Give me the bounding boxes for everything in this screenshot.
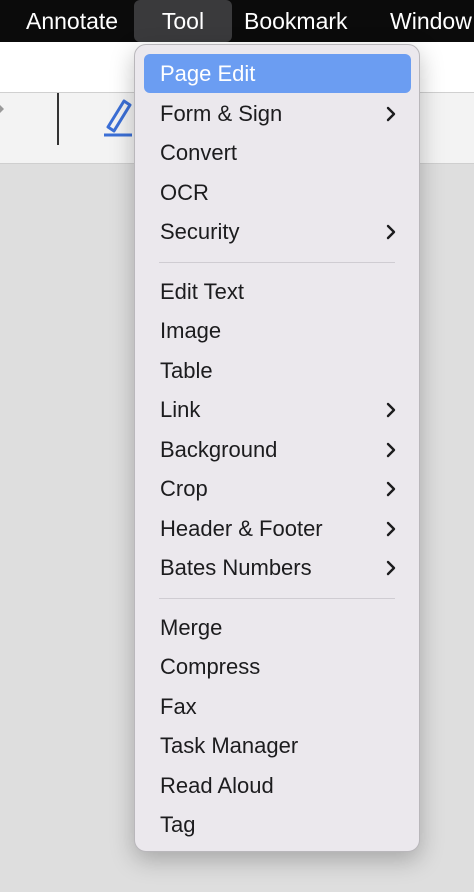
menubar-item-tool[interactable]: Tool: [134, 0, 232, 42]
menu-item-bates-numbers[interactable]: Bates Numbers: [144, 548, 411, 587]
menu-item-fax[interactable]: Fax: [144, 687, 411, 726]
menu-item-page-edit[interactable]: Page Edit: [144, 54, 411, 93]
menu-item-read-aloud[interactable]: Read Aloud: [144, 766, 411, 805]
menu-item-label: Table: [160, 357, 213, 383]
menu-item-label: Form & Sign: [160, 100, 283, 126]
menu-item-label: Security: [160, 219, 240, 244]
menu-item-merge[interactable]: Merge: [144, 608, 411, 647]
tool-dropdown-menu: Page Edit Form & Sign Convert OCR Security Ed…: [134, 44, 420, 852]
menu-item-image[interactable]: Image: [144, 311, 411, 350]
menu-item-task-manager[interactable]: Task Manager: [144, 726, 411, 765]
menu-item-label: Header & Footer: [160, 515, 323, 541]
menu-item-label: Compress: [160, 654, 261, 679]
menubar-item-window[interactable]: Window: [378, 0, 474, 42]
menu-item-security[interactable]: Security: [144, 212, 411, 251]
menu-item-label: Convert: [160, 140, 238, 165]
menu-item-label: Bates Numbers: [160, 555, 312, 580]
menu-item-header-and-footer[interactable]: Header & Footer: [144, 509, 411, 548]
chevron-right-icon: [386, 402, 396, 418]
menu-item-crop[interactable]: Crop: [144, 469, 411, 508]
menu-item-tag[interactable]: Tag: [144, 805, 411, 844]
menu-item-label: Link: [160, 397, 201, 422]
chevron-right-icon: [386, 224, 396, 240]
menubar-item-annotate[interactable]: Annotate: [14, 0, 130, 42]
menu-item-label: Merge: [160, 614, 223, 640]
menu-item-label: Fax: [160, 693, 197, 719]
menu-item-label: Edit Text: [160, 278, 244, 304]
menu-item-compress[interactable]: Compress: [144, 647, 411, 686]
menu-item-form-and-sign[interactable]: Form & Sign: [144, 94, 411, 133]
menu-item-link[interactable]: Link: [144, 390, 411, 429]
menu-item-label: Crop: [160, 476, 208, 501]
menu-item-convert[interactable]: Convert: [144, 133, 411, 172]
toolbar-divider: [57, 93, 59, 145]
chevron-right-icon: [386, 521, 396, 536]
menu-item-label: Background: [160, 436, 278, 462]
chevron-right-icon: [386, 481, 396, 497]
menu-item-ocr[interactable]: OCR: [144, 173, 411, 212]
menu-separator: [159, 261, 395, 263]
menu-item-label: Image: [160, 318, 222, 343]
menubar-item-bookmark[interactable]: Bookmark: [232, 0, 360, 42]
menu-item-label: Read Aloud: [160, 772, 274, 798]
edit-pen-icon[interactable]: [102, 97, 134, 137]
menu-item-label: OCR: [160, 179, 209, 205]
menu-item-label: Task Manager: [160, 733, 299, 758]
menu-item-label: Page Edit: [160, 61, 256, 86]
menu-separator: [159, 597, 395, 599]
menu-item-edit-text[interactable]: Edit Text: [144, 272, 411, 311]
menu-item-background[interactable]: Background: [144, 430, 411, 469]
chevron-right-icon: [386, 560, 396, 576]
menu-item-table[interactable]: Table: [144, 351, 411, 390]
chevron-right-icon: [386, 442, 396, 457]
menu-bar: Annotate Tool Bookmark Window: [0, 0, 474, 42]
menu-item-label: Tag: [160, 812, 196, 837]
chevron-right-icon: [386, 106, 396, 121]
arrow-right-icon[interactable]: [0, 101, 6, 117]
